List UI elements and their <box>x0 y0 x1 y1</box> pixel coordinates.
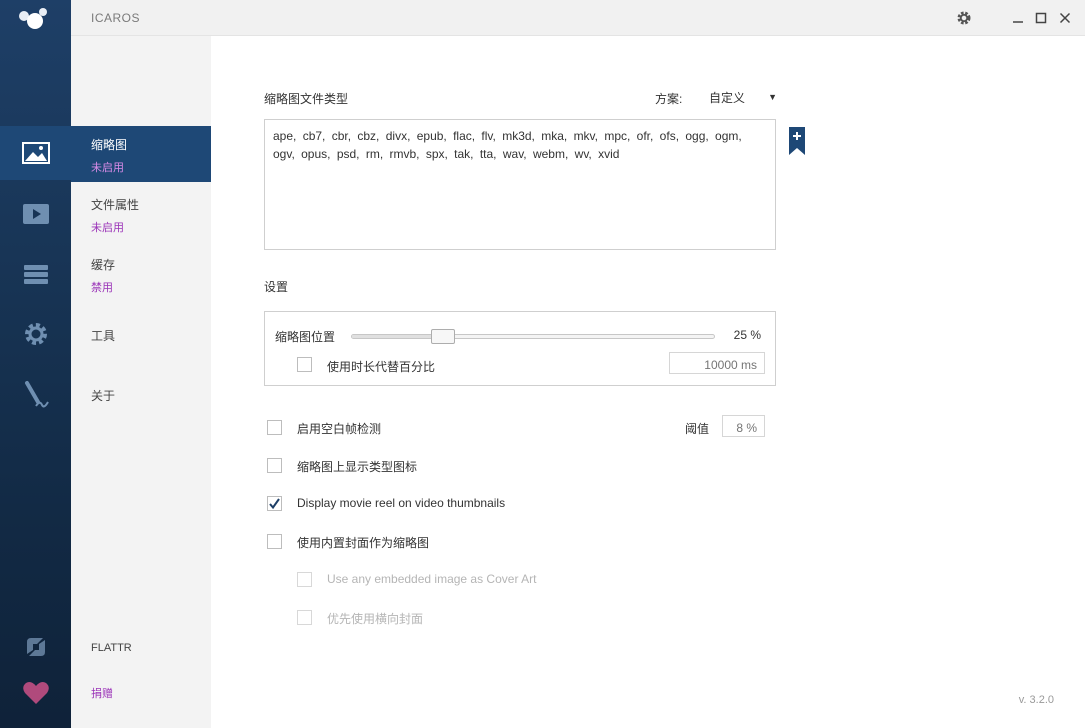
rail-item-cache[interactable] <box>0 248 71 302</box>
nav-item-title: 关于 <box>91 389 116 403</box>
close-button[interactable] <box>1055 8 1075 28</box>
nav-item-status: 未启用 <box>91 222 124 234</box>
duration-input[interactable] <box>669 352 765 374</box>
nav-item-title: 缩略图 <box>91 138 128 152</box>
show-type-icon-label: 缩略图上显示类型图标 <box>297 460 418 474</box>
section-nav: 缩略图 未启用 文件属性 未启用 缓存 禁用 工具 关于 FLATTR 捐赠 <box>71 36 211 728</box>
nav-item-about[interactable]: 关于 <box>71 377 211 433</box>
version-label: v. 3.2.0 <box>1018 694 1054 706</box>
image-icon <box>21 142 50 164</box>
checkmark-icon <box>269 498 280 510</box>
minimize-button[interactable] <box>1008 8 1028 28</box>
show-type-icon-checkbox[interactable] <box>267 458 282 473</box>
logo-icon <box>19 8 47 29</box>
rail-item-media[interactable] <box>0 187 71 241</box>
close-icon <box>1059 12 1071 24</box>
use-duration-label: 使用时长代替百分比 <box>327 360 436 374</box>
heart-icon <box>22 682 49 704</box>
nav-item-tools[interactable]: 工具 <box>71 317 211 373</box>
rail-item-thumbnails[interactable] <box>0 126 71 180</box>
thumbnail-types-label: 缩略图文件类型 <box>264 92 349 106</box>
threshold-input[interactable] <box>722 415 765 437</box>
donate-link[interactable]: 捐赠 <box>91 685 113 701</box>
nav-item-title: 工具 <box>91 329 116 343</box>
nav-item-cache[interactable]: 缓存 禁用 <box>71 246 211 302</box>
nav-item-file-properties[interactable]: 文件属性 未启用 <box>71 186 211 242</box>
threshold-label: 阈值 <box>685 422 710 436</box>
flattr-icon <box>26 638 45 656</box>
maximize-button[interactable] <box>1031 8 1051 28</box>
settings-group: 缩略图位置 25 % 使用时长代替百分比 <box>264 311 776 386</box>
nav-item-status: 禁用 <box>91 282 113 294</box>
app-title: ICAROS <box>91 11 141 25</box>
scheme-label: 方案: <box>655 92 683 106</box>
thumb-position-slider[interactable] <box>351 329 715 344</box>
any-embedded-label: Use any embedded image as Cover Art <box>327 572 537 586</box>
scheme-value: 自定义 <box>709 90 746 105</box>
slider-fill <box>352 335 443 338</box>
stack-icon <box>23 265 48 284</box>
thumb-position-value: 25 % <box>733 328 761 342</box>
prefer-landscape-label: 优先使用横向封面 <box>327 612 424 626</box>
thumb-position-label: 缩略图位置 <box>275 330 336 344</box>
nav-item-title: 文件属性 <box>91 198 140 212</box>
maximize-icon <box>1035 12 1047 24</box>
use-duration-checkbox[interactable] <box>297 357 312 372</box>
extensions-textarea[interactable]: ape, cb7, cbr, cbz, divx, epub, flac, fl… <box>264 119 776 250</box>
gear-icon <box>24 323 47 345</box>
play-icon <box>22 204 49 224</box>
rail-item-tools[interactable] <box>0 307 71 361</box>
slider-thumb[interactable] <box>430 329 455 344</box>
title-bar: ICAROS <box>71 0 1085 36</box>
rail-item-donate[interactable] <box>0 666 71 720</box>
settings-label: 设置 <box>264 280 289 294</box>
movie-reel-label: Display movie reel on video thumbnails <box>297 496 506 510</box>
icon-rail <box>0 0 71 728</box>
pen-icon <box>24 381 49 408</box>
add-bookmark-icon[interactable] <box>789 127 805 155</box>
rail-item-about[interactable] <box>0 368 71 422</box>
movie-reel-checkbox[interactable] <box>267 496 282 511</box>
settings-button[interactable] <box>954 8 974 28</box>
gear-icon <box>957 11 971 25</box>
scheme-dropdown[interactable]: 自定义 ▼ <box>709 86 777 108</box>
chevron-down-icon: ▼ <box>768 92 777 102</box>
blank-frame-label: 启用空白帧检测 <box>297 422 382 436</box>
nav-item-title: 缓存 <box>91 258 116 272</box>
embedded-cover-label: 使用内置封面作为缩略图 <box>297 536 430 550</box>
main-panel: 缩略图文件类型 方案: 自定义 ▼ ape, cb7, cbr, cbz, di… <box>211 36 1085 728</box>
blank-frame-checkbox[interactable] <box>267 420 282 435</box>
nav-item-status: 未启用 <box>91 162 124 174</box>
minimize-icon <box>1013 21 1023 23</box>
nav-item-thumbnails[interactable]: 缩略图 未启用 <box>71 126 211 182</box>
flattr-link[interactable]: FLATTR <box>91 642 132 654</box>
embedded-cover-checkbox[interactable] <box>267 534 282 549</box>
prefer-landscape-checkbox[interactable] <box>297 610 312 625</box>
any-embedded-checkbox[interactable] <box>297 572 312 587</box>
